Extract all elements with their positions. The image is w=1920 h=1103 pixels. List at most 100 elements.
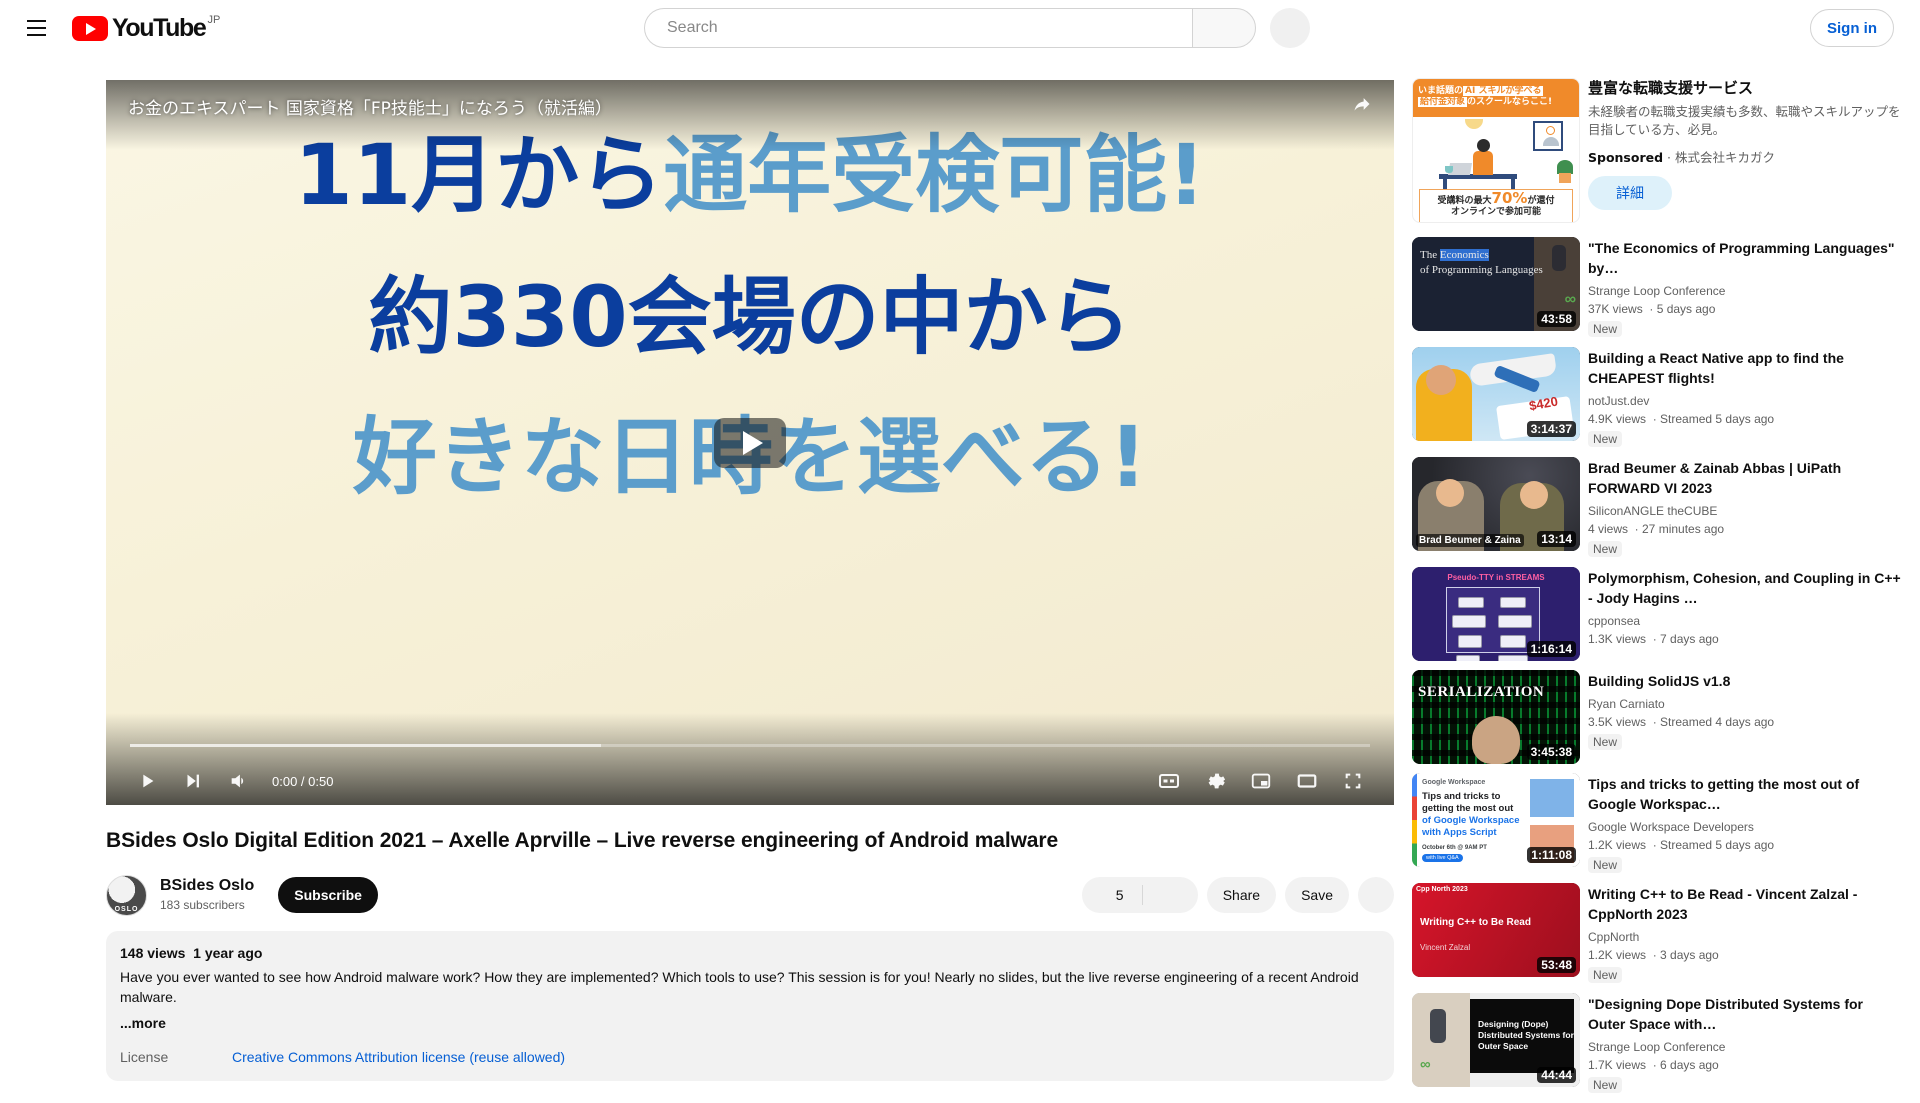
publish-date: 1 year ago — [193, 945, 263, 961]
fullscreen-icon[interactable] — [1330, 757, 1376, 805]
video-channel[interactable]: CppNorth — [1588, 928, 1904, 946]
video-info: Brad Beumer & Zainab Abbas | UiPath FORW… — [1588, 457, 1904, 558]
sponsored-title[interactable]: 豊富な転職支援サービス — [1588, 78, 1904, 99]
video-thumbnail[interactable]: $420 3:14:37 — [1412, 347, 1580, 441]
sponsored-cta-button[interactable]: 詳細 — [1588, 176, 1672, 210]
like-dislike-group[interactable]: 5 — [1081, 877, 1198, 913]
sign-in-button[interactable]: Sign in — [1810, 9, 1894, 47]
video-thumbnail[interactable]: SERIALIZATION 3:45:38 — [1412, 670, 1580, 764]
time-display: 0:00 / 0:50 — [272, 773, 334, 789]
video-thumbnail[interactable]: Brad Beumer & Zaina 13:14 — [1412, 457, 1580, 551]
description-meta: 148 views 1 year ago — [120, 943, 1380, 963]
video-title[interactable]: Building a React Native app to find the … — [1588, 348, 1904, 388]
progress-bar[interactable] — [130, 744, 1370, 747]
video-player[interactable]: 11月から通年受検可能! 約330会場の中から 好きな日時を選べる! お金のエキ… — [106, 80, 1394, 805]
video-title[interactable]: "The Economics of Programming Languages"… — [1588, 238, 1904, 278]
save-button[interactable]: Save — [1285, 877, 1349, 913]
video-channel[interactable]: cpponsea — [1588, 612, 1904, 630]
like-count: 5 — [1115, 887, 1124, 903]
sponsored-thumbnail[interactable]: いま話題の AI スキルが学べる 給付金対象 のスクールならここ! 受講料の最大70… — [1412, 78, 1580, 223]
next-track-icon[interactable] — [170, 757, 216, 805]
channel-name[interactable]: BSides Oslo — [160, 876, 254, 896]
video-duration: 13:14 — [1537, 531, 1576, 547]
video-thumbnail[interactable]: Pseudo-TTY in STREAMS 1:16:14 — [1412, 567, 1580, 661]
video-stats: 4.9K views · Streamed 5 days ago — [1588, 412, 1775, 426]
video-stats: 1.3K views · 7 days ago — [1588, 632, 1719, 646]
recommended-video-item[interactable]: Google Workspace Tips and tricks to gett… — [1412, 773, 1904, 874]
closed-captions-icon[interactable] — [1146, 757, 1192, 805]
recommended-video-item[interactable]: Pseudo-TTY in STREAMS 1:16:14 Polymorphi… — [1412, 567, 1904, 661]
channel-badge: Brad Beumer & Zaina — [1416, 534, 1524, 547]
secondary-column: いま話題の AI スキルが学べる 給付金対象 のスクールならここ! 受講料の最大70… — [1412, 78, 1904, 1103]
volume-icon[interactable] — [216, 757, 262, 805]
video-title[interactable]: Brad Beumer & Zainab Abbas | UiPath FORW… — [1588, 458, 1904, 498]
primary-column: 11月から通年受検可能! 約330会場の中から 好きな日時を選べる! お金のエキ… — [106, 80, 1394, 1081]
recommended-video-item[interactable]: $420 3:14:37 Building a React Native app… — [1412, 347, 1904, 448]
more-actions-button[interactable] — [1358, 877, 1394, 913]
video-thumbnail[interactable]: Google Workspace Tips and tricks to gett… — [1412, 773, 1580, 867]
video-owner-row: OSLO BSides Oslo 183 subscribers Subscri… — [106, 873, 1394, 917]
license-label: License — [120, 1049, 169, 1065]
video-info: Building SolidJS v1.8 Ryan Carniato 3.5K… — [1588, 670, 1904, 764]
video-stats: 1.2K views · 3 days ago — [1588, 948, 1719, 962]
license-link[interactable]: Creative Commons Attribution license (re… — [232, 1049, 565, 1065]
youtube-wordmark: YouTube — [112, 14, 207, 42]
video-title[interactable]: Building SolidJS v1.8 — [1588, 671, 1904, 691]
video-actions: 5 Share Save — [1081, 877, 1394, 913]
ad-headline-2: 約330会場の中から — [368, 268, 1132, 366]
ad-overlay-title: お金のエキスパート 国家資格「FP技能士」になろう（就活編） — [128, 99, 612, 119]
advertiser-name: 株式会社キカガク — [1674, 150, 1775, 165]
center-play-button[interactable] — [714, 417, 786, 468]
subscribe-button[interactable]: Subscribe — [278, 877, 378, 913]
subscriber-count: 183 subscribers — [160, 898, 245, 912]
video-title[interactable]: Polymorphism, Cohesion, and Coupling in … — [1588, 568, 1904, 608]
video-duration: 43:58 — [1537, 311, 1576, 327]
new-badge: New — [1588, 967, 1623, 983]
share-icon[interactable] — [1352, 94, 1372, 120]
share-button[interactable]: Share — [1206, 877, 1277, 913]
avatar[interactable]: OSLO — [106, 874, 147, 916]
new-badge: New — [1588, 857, 1623, 873]
player-top-bar: お金のエキスパート 国家資格「FP技能士」になろう（就活編） — [106, 80, 1394, 150]
video-description[interactable]: 148 views 1 year ago Have you ever wante… — [106, 931, 1394, 1081]
youtube-play-icon — [72, 16, 108, 41]
recommended-video-item[interactable]: Cpp North 2023 Writing C++ to Be Read Vin… — [1412, 883, 1904, 984]
sponsored-description: 未経験者の転職支援実績も多数、転職やスキルアップを目指している方、必見。 — [1588, 104, 1901, 137]
video-thumbnail[interactable]: ∞ Designing (Dope) Distributed Systems f… — [1412, 993, 1580, 1087]
page-title: BSides Oslo Digital Edition 2021 – Axell… — [106, 829, 1059, 852]
video-channel[interactable]: SiliconANGLE theCUBE — [1588, 502, 1904, 520]
new-badge: New — [1588, 431, 1623, 447]
video-channel[interactable]: Ryan Carniato — [1588, 695, 1904, 713]
video-channel[interactable]: Strange Loop Conference — [1588, 282, 1904, 300]
sponsored-label: Sponsored — [1588, 150, 1664, 165]
gear-icon[interactable] — [1192, 757, 1238, 805]
video-title[interactable]: Writing C++ to Be Read - Vincent Zalzal … — [1588, 884, 1904, 924]
search-input[interactable] — [644, 8, 1192, 48]
recommended-video-item[interactable]: ∞ The Economics of Programming Languages… — [1412, 237, 1904, 338]
video-thumbnail[interactable]: Cpp North 2023 Writing C++ to Be Read Vin… — [1412, 883, 1580, 977]
video-duration: 1:11:08 — [1527, 847, 1576, 863]
video-channel[interactable]: Strange Loop Conference — [1588, 1038, 1904, 1056]
recommended-video-item[interactable]: ∞ Designing (Dope) Distributed Systems f… — [1412, 993, 1904, 1094]
play-icon[interactable] — [124, 757, 170, 805]
miniplayer-icon[interactable] — [1238, 757, 1284, 805]
video-title[interactable]: "Designing Dope Distributed Systems for … — [1588, 994, 1904, 1034]
youtube-logo[interactable]: YouTube JP — [72, 8, 220, 48]
video-thumbnail[interactable]: ∞ The Economics of Programming Languages… — [1412, 237, 1580, 331]
new-badge: New — [1588, 734, 1623, 750]
sponsored-info: 豊富な転職支援サービス 未経験者の転職支援実績も多数、転職やスキルアップを目指し… — [1588, 78, 1904, 223]
theater-mode-icon[interactable] — [1284, 757, 1330, 805]
video-stats: 37K views · 5 days ago — [1588, 302, 1716, 316]
recommended-video-item[interactable]: Brad Beumer & Zaina 13:14 Brad Beumer & … — [1412, 457, 1904, 558]
sponsored-ad[interactable]: いま話題の AI スキルが学べる 給付金対象 のスクールならここ! 受講料の最大70… — [1412, 78, 1904, 223]
sponsored-footer-text: 受講料の最大70%が還付 オンラインで参加可能 — [1419, 189, 1573, 222]
video-channel[interactable]: Google Workspace Developers — [1588, 818, 1904, 836]
voice-search-button[interactable] — [1270, 8, 1310, 48]
video-title[interactable]: Tips and tricks to getting the most out … — [1588, 774, 1904, 814]
hamburger-menu-icon[interactable] — [16, 8, 56, 48]
recommended-video-item[interactable]: SERIALIZATION 3:45:38 Building SolidJS v… — [1412, 670, 1904, 764]
video-channel[interactable]: notJust.dev — [1588, 392, 1904, 410]
search-button[interactable] — [1192, 8, 1256, 48]
license-row: License Creative Commons Attribution lic… — [120, 1049, 1380, 1065]
show-more-link[interactable]: ...more — [120, 1015, 1380, 1031]
